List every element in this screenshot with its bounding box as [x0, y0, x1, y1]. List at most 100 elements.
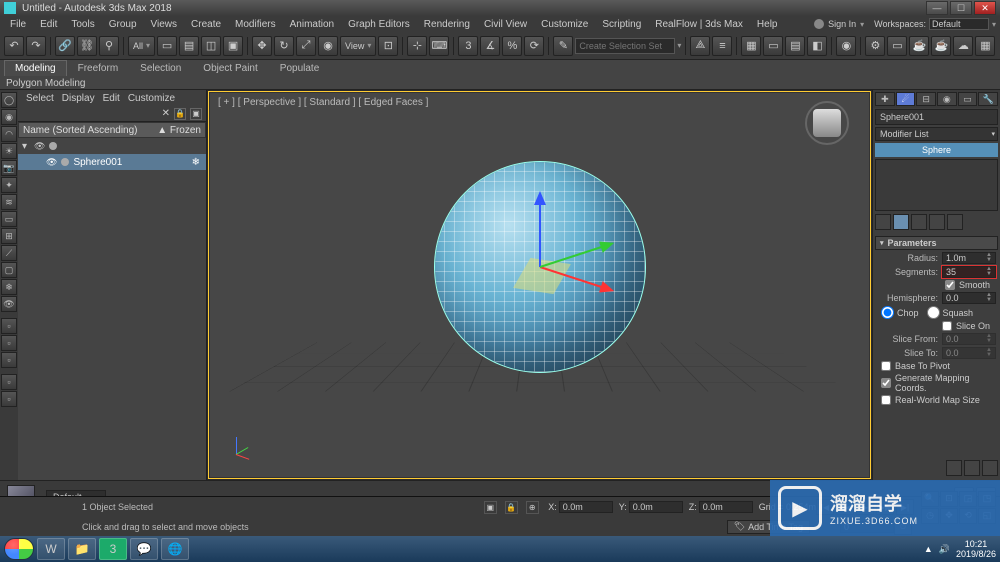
object-name-field[interactable]: Sphere001 — [875, 109, 998, 125]
ribbon-tab-modeling[interactable]: Modeling — [4, 60, 67, 76]
window-crossing-button[interactable]: ▣ — [223, 36, 243, 56]
menu-graph-editors[interactable]: Graph Editors — [342, 19, 416, 30]
frozen-toggle-icon[interactable]: ❄ — [192, 157, 200, 168]
ribbon-panel-label[interactable]: Polygon Modeling — [0, 76, 1000, 90]
tray-icon[interactable]: 🔊 — [939, 544, 950, 555]
menu-scripting[interactable]: Scripting — [596, 19, 647, 30]
sphere-object[interactable] — [435, 162, 645, 372]
workspace-select[interactable] — [929, 18, 989, 30]
render-iterative-button[interactable]: ☕ — [931, 36, 951, 56]
se-toolbar-icon[interactable]: ▫ — [1, 391, 17, 407]
z-coord[interactable]: 0.0m — [699, 501, 753, 513]
hemisphere-spinner[interactable]: 0.0▲▼ — [942, 292, 996, 304]
cmd-tab-modify[interactable]: ☄ — [896, 92, 916, 106]
panel-nav-icon[interactable] — [964, 460, 980, 476]
real-world-checkbox[interactable] — [881, 395, 891, 405]
ribbon-tab-freeform[interactable]: Freeform — [67, 60, 130, 76]
remove-modifier-button[interactable] — [929, 214, 945, 230]
clock[interactable]: 10:21 2019/8/26 — [956, 539, 996, 559]
redo-button[interactable]: ↷ — [26, 36, 46, 56]
chop-radio[interactable]: Chop — [881, 306, 919, 319]
radius-spinner[interactable]: 1.0m▲▼ — [942, 252, 996, 264]
modifier-stack-item[interactable]: Sphere — [875, 143, 998, 157]
se-menu-select[interactable]: Select — [26, 93, 54, 104]
select-object-button[interactable]: ▭ — [157, 36, 177, 56]
eye-icon[interactable]: 👁 — [34, 141, 45, 152]
se-item-sphere001[interactable]: 👁 Sphere001 ❄ — [18, 154, 206, 170]
undo-button[interactable]: ↶ — [4, 36, 24, 56]
gizmo-xy-plane[interactable] — [513, 258, 571, 294]
gizmo-y-axis[interactable] — [539, 244, 608, 268]
menu-civil-view[interactable]: Civil View — [478, 19, 533, 30]
scale-button[interactable]: ⤢ — [296, 36, 316, 56]
named-selection-set-input[interactable] — [575, 38, 675, 54]
cmd-tab-create[interactable]: ✚ — [875, 92, 895, 106]
select-region-button[interactable]: ◫ — [201, 36, 221, 56]
snap-toggle-button[interactable]: 3 — [458, 36, 478, 56]
y-coord[interactable]: 0.0m — [629, 501, 683, 513]
task-item[interactable]: 🌐 — [161, 538, 189, 560]
menu-modifiers[interactable]: Modifiers — [229, 19, 282, 30]
angle-snap-button[interactable]: ∡ — [480, 36, 500, 56]
ribbon-tab-selection[interactable]: Selection — [129, 60, 192, 76]
manipulate-button[interactable]: ⊹ — [407, 36, 427, 56]
geometry-filter-icon[interactable]: ◉ — [1, 109, 17, 125]
containers-filter-icon[interactable]: ▢ — [1, 262, 17, 278]
se-toolbar-icon[interactable]: ▫ — [1, 318, 17, 334]
show-end-result-button[interactable] — [893, 214, 909, 230]
viewcube[interactable] — [805, 101, 849, 145]
display-all-icon[interactable]: ◯ — [1, 92, 17, 108]
ribbon-tab-populate[interactable]: Populate — [269, 60, 330, 76]
configure-sets-button[interactable] — [947, 214, 963, 230]
selection-lock-icon[interactable]: 🔒 — [505, 501, 518, 514]
render-setup-button[interactable]: ⚙ — [865, 36, 885, 56]
menu-realflow[interactable]: RealFlow | 3ds Max — [649, 19, 749, 30]
tray-icon[interactable]: ▲ — [924, 544, 933, 554]
render-gallery-button[interactable]: ▦ — [975, 36, 995, 56]
pin-stack-button[interactable] — [875, 214, 891, 230]
menu-group[interactable]: Group — [103, 19, 143, 30]
layer-explorer-button[interactable]: ▦ — [741, 36, 761, 56]
menu-file[interactable]: File — [4, 19, 32, 30]
parameters-rollout-header[interactable]: Parameters — [875, 236, 998, 250]
rotate-button[interactable]: ↻ — [274, 36, 294, 56]
x-coord[interactable]: 0.0m — [559, 501, 613, 513]
panel-nav-icon[interactable] — [946, 460, 962, 476]
modifier-stack[interactable] — [875, 159, 998, 211]
rendered-frame-button[interactable]: ▭ — [887, 36, 907, 56]
gen-mapping-checkbox[interactable] — [881, 378, 891, 388]
viewport-perspective[interactable]: [ + ] [ Perspective ] [ Standard ] [ Edg… — [209, 92, 870, 478]
select-by-name-button[interactable]: ▤ — [179, 36, 199, 56]
unlink-button[interactable]: ⛓ — [77, 36, 97, 56]
menu-rendering[interactable]: Rendering — [418, 19, 476, 30]
menu-customize[interactable]: Customize — [535, 19, 594, 30]
link-button[interactable]: 🔗 — [55, 36, 75, 56]
material-editor-button[interactable]: ◉ — [836, 36, 856, 56]
task-item[interactable]: 💬 — [130, 538, 158, 560]
named-sel-set-edit-button[interactable]: ✎ — [553, 36, 573, 56]
groups-filter-icon[interactable]: ▭ — [1, 211, 17, 227]
se-toolbar-icon[interactable]: ▫ — [1, 335, 17, 351]
cameras-filter-icon[interactable]: 📷 — [1, 160, 17, 176]
task-item[interactable]: 📁 — [68, 538, 96, 560]
se-menu-display[interactable]: Display — [62, 93, 95, 104]
maximize-button[interactable]: ☐ — [950, 1, 972, 15]
hidden-filter-icon[interactable]: 👁 — [1, 296, 17, 312]
squash-radio[interactable]: Squash — [927, 306, 974, 319]
system-tray[interactable]: ▲ 🔊 10:21 2019/8/26 — [924, 539, 996, 559]
align-button[interactable]: ≡ — [712, 36, 732, 56]
selection-filter[interactable]: All▾ — [128, 36, 155, 56]
helpers-filter-icon[interactable]: ✦ — [1, 177, 17, 193]
cmd-tab-display[interactable]: ▭ — [958, 92, 978, 106]
mirror-button[interactable]: ⟁ — [690, 36, 710, 56]
se-lock-icon[interactable]: 🔒 — [174, 108, 186, 120]
menu-animation[interactable]: Animation — [284, 19, 340, 30]
make-unique-button[interactable] — [911, 214, 927, 230]
ref-coord-system[interactable]: View▾ — [340, 36, 376, 56]
se-column-header[interactable]: Name (Sorted Ascending) ▲ Frozen — [18, 122, 206, 138]
cmd-tab-hierarchy[interactable]: ⊟ — [916, 92, 936, 106]
sign-in[interactable]: Sign In ▾ — [814, 19, 864, 29]
gizmo-x-axis[interactable] — [539, 266, 608, 290]
placement-button[interactable]: ◉ — [318, 36, 338, 56]
menu-views[interactable]: Views — [145, 19, 184, 30]
